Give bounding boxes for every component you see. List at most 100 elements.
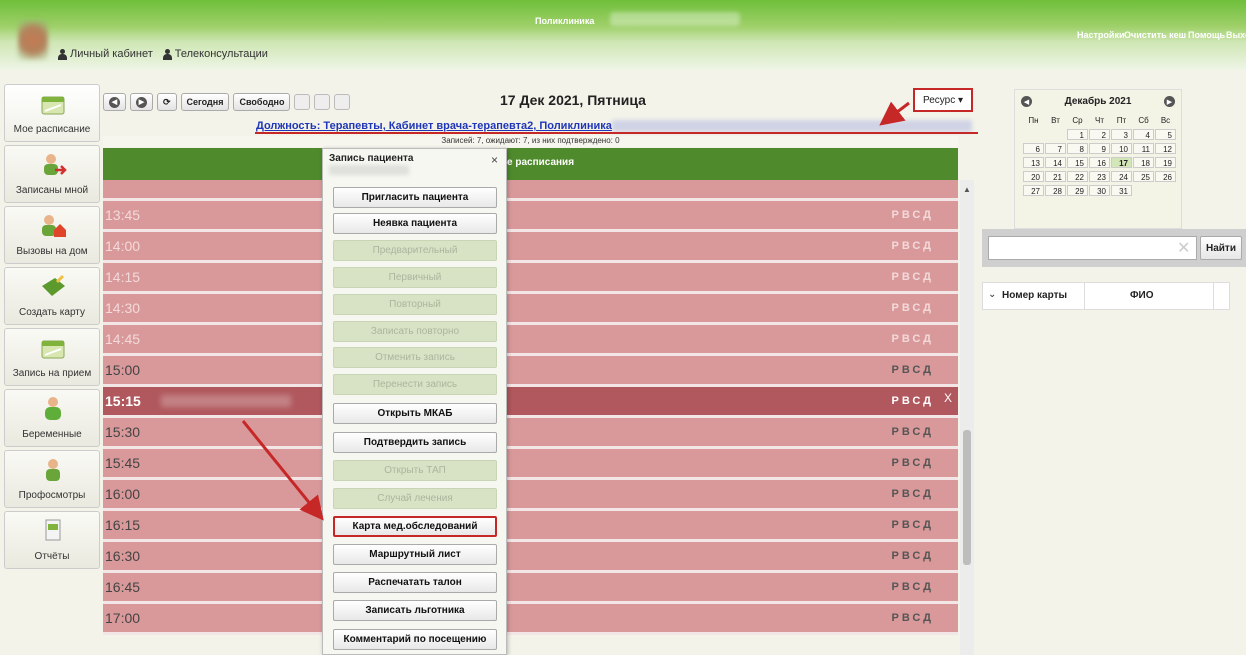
calendar-day[interactable]: 24 — [1111, 171, 1132, 182]
calendar-day[interactable]: 29 — [1067, 185, 1088, 196]
schedule-slot[interactable]: 15:00 РВСД — [103, 356, 958, 387]
chevron-down-icon[interactable]: ⌄ — [988, 289, 996, 300]
search-input[interactable] — [988, 236, 1197, 260]
popup-button[interactable]: Открыть ТАП — [333, 460, 497, 481]
calendar-day[interactable]: 27 — [1023, 185, 1044, 196]
schedule-scrollbar[interactable] — [960, 180, 974, 655]
schedule-slot[interactable]: 17:00 РВСД — [103, 604, 958, 635]
calendar-day[interactable]: 17 — [1111, 157, 1132, 168]
popup-button[interactable]: Первичный — [333, 267, 497, 288]
calendar-day[interactable]: 28 — [1045, 185, 1066, 196]
calendar-day[interactable]: 15 — [1067, 157, 1088, 168]
schedule-slot[interactable]: 14:00 РВСД — [103, 232, 958, 263]
calendar-day[interactable]: 9 — [1089, 143, 1110, 154]
calendar-day[interactable]: 30 — [1089, 185, 1110, 196]
calendar-day[interactable]: 26 — [1155, 171, 1176, 182]
calendar-day[interactable]: 19 — [1155, 157, 1176, 168]
scroll-up-icon[interactable]: ▲ — [963, 185, 971, 194]
calendar-day[interactable]: 1 — [1067, 129, 1088, 140]
schedule-slot[interactable]: 15:30 РВСД — [103, 418, 958, 449]
popup-button[interactable]: Пригласить пациента — [333, 187, 497, 208]
popup-button[interactable]: Комментарий по посещению — [333, 629, 497, 650]
calendar-day[interactable]: 25 — [1133, 171, 1154, 182]
popup-button[interactable]: Подтвердить запись — [333, 432, 497, 453]
calendar-day[interactable]: 31 — [1111, 185, 1132, 196]
schedule-slot[interactable]: 16:00 РВСД — [103, 480, 958, 511]
popup-button[interactable]: Записать повторно — [333, 321, 497, 342]
calendar-day[interactable]: 7 — [1045, 143, 1066, 154]
chevron-right-icon[interactable]: ▶ — [1164, 96, 1175, 107]
calendar-day[interactable]: 8 — [1067, 143, 1088, 154]
calendar-day[interactable]: 5 — [1155, 129, 1176, 140]
calendar-day[interactable]: 20 — [1023, 171, 1044, 182]
clear-cache-link[interactable]: Очистить кеш — [1124, 30, 1186, 40]
calendar-day[interactable]: 4 — [1133, 129, 1154, 140]
calendar-day[interactable]: 14 — [1045, 157, 1066, 168]
popup-button[interactable]: Карта мед.обследований — [333, 516, 497, 537]
calendar-day[interactable]: 13 — [1023, 157, 1044, 168]
calendar-day[interactable]: 6 — [1023, 143, 1044, 154]
sidebar-item-checkups[interactable]: Профосмотры — [4, 450, 100, 508]
popup-button[interactable]: Маршрутный лист — [333, 544, 497, 565]
sidebar-item-create-card[interactable]: Создать карту — [4, 267, 100, 325]
today-button[interactable]: Сегодня — [180, 93, 230, 111]
calendar-day[interactable]: 3 — [1111, 129, 1132, 140]
sidebar-item-reports[interactable]: Отчёты — [4, 511, 100, 569]
schedule-slot[interactable]: 16:45 РВСД — [103, 573, 958, 604]
schedule-slot[interactable]: 13:45 РВСД — [103, 201, 958, 232]
column-full-name[interactable]: ФИО — [1130, 290, 1154, 301]
sidebar-item-registered-by-me[interactable]: Записаны мной — [4, 145, 100, 203]
calendar-day[interactable]: 18 — [1133, 157, 1154, 168]
popup-button[interactable]: Записать льготника — [333, 600, 497, 621]
calendar-day[interactable]: 11 — [1133, 143, 1154, 154]
schedule-slot[interactable]: 15:15 РВСД X — [103, 387, 958, 418]
calendar-day[interactable]: 21 — [1045, 171, 1066, 182]
popup-button[interactable]: Открыть МКАБ — [333, 403, 497, 424]
close-icon[interactable]: × — [491, 153, 498, 167]
calendar-day[interactable]: 16 — [1089, 157, 1110, 168]
calendar-day[interactable]: 12 — [1155, 143, 1176, 154]
calendar-day[interactable]: 2 — [1089, 129, 1110, 140]
column-card-number[interactable]: Номер карты — [1002, 290, 1067, 301]
personal-cabinet-link[interactable]: Личный кабинет — [58, 48, 153, 60]
refresh-button[interactable]: ⟳ — [157, 93, 177, 111]
sidebar-item-pregnant[interactable]: Беременные — [4, 389, 100, 447]
popup-button[interactable]: Распечатать талон — [333, 572, 497, 593]
sidebar-item-appointment[interactable]: Запись на прием — [4, 328, 100, 386]
schedule-slot[interactable]: 14:45 РВСД — [103, 325, 958, 356]
free-button[interactable]: Свободно — [233, 93, 291, 111]
popup-button[interactable]: Случай лечения — [333, 488, 497, 509]
calendar-day[interactable]: 10 — [1111, 143, 1132, 154]
popup-button[interactable]: Предварительный — [333, 240, 497, 261]
schedule-slot[interactable]: 15:45 РВСД — [103, 449, 958, 480]
prev-day-button[interactable]: ◀ — [103, 93, 126, 111]
schedule-slot[interactable]: 14:30 РВСД — [103, 294, 958, 325]
sidebar-item-my-schedule[interactable]: Мое расписание — [4, 84, 100, 142]
popup-button[interactable]: Отменить запись — [333, 347, 497, 368]
schedule-slot[interactable]: 16:15 РВСД — [103, 511, 958, 542]
help-link[interactable]: Помощь — [1188, 30, 1225, 40]
popup-button[interactable]: Повторный — [333, 294, 497, 315]
resource-dropdown[interactable]: Ресурс ▾ — [913, 88, 973, 112]
calendar-day[interactable]: 23 — [1089, 171, 1110, 182]
close-icon[interactable]: X — [944, 391, 952, 405]
sidebar-item-home-calls[interactable]: Вызовы на дом — [4, 206, 100, 264]
chevron-left-icon[interactable]: ◀ — [1021, 96, 1032, 107]
print-icon[interactable] — [294, 94, 311, 110]
settings-icon[interactable] — [314, 94, 331, 110]
clear-icon[interactable]: ✕ — [1177, 238, 1190, 258]
schedule-slot[interactable]: 16:30 РВСД — [103, 542, 958, 573]
exit-link[interactable]: Выхо — [1226, 30, 1246, 40]
schedule-slot[interactable] — [103, 180, 958, 201]
schedule-slot[interactable]: 14:15 РВСД — [103, 263, 958, 294]
search-button[interactable]: Найти — [1200, 236, 1242, 260]
next-day-button[interactable]: ▶ — [130, 93, 153, 111]
popup-button[interactable]: Перенести запись — [333, 374, 497, 395]
position-link[interactable]: Должность: Терапевты, Кабинет врача-тера… — [256, 120, 612, 132]
clock-icon[interactable] — [334, 94, 351, 110]
settings-link[interactable]: Настройки — [1077, 30, 1124, 40]
teleconsult-link[interactable]: Телеконсультации — [162, 48, 268, 60]
scrollbar-thumb[interactable] — [963, 430, 971, 565]
popup-button[interactable]: Неявка пациента — [333, 213, 497, 234]
calendar-day[interactable]: 22 — [1067, 171, 1088, 182]
